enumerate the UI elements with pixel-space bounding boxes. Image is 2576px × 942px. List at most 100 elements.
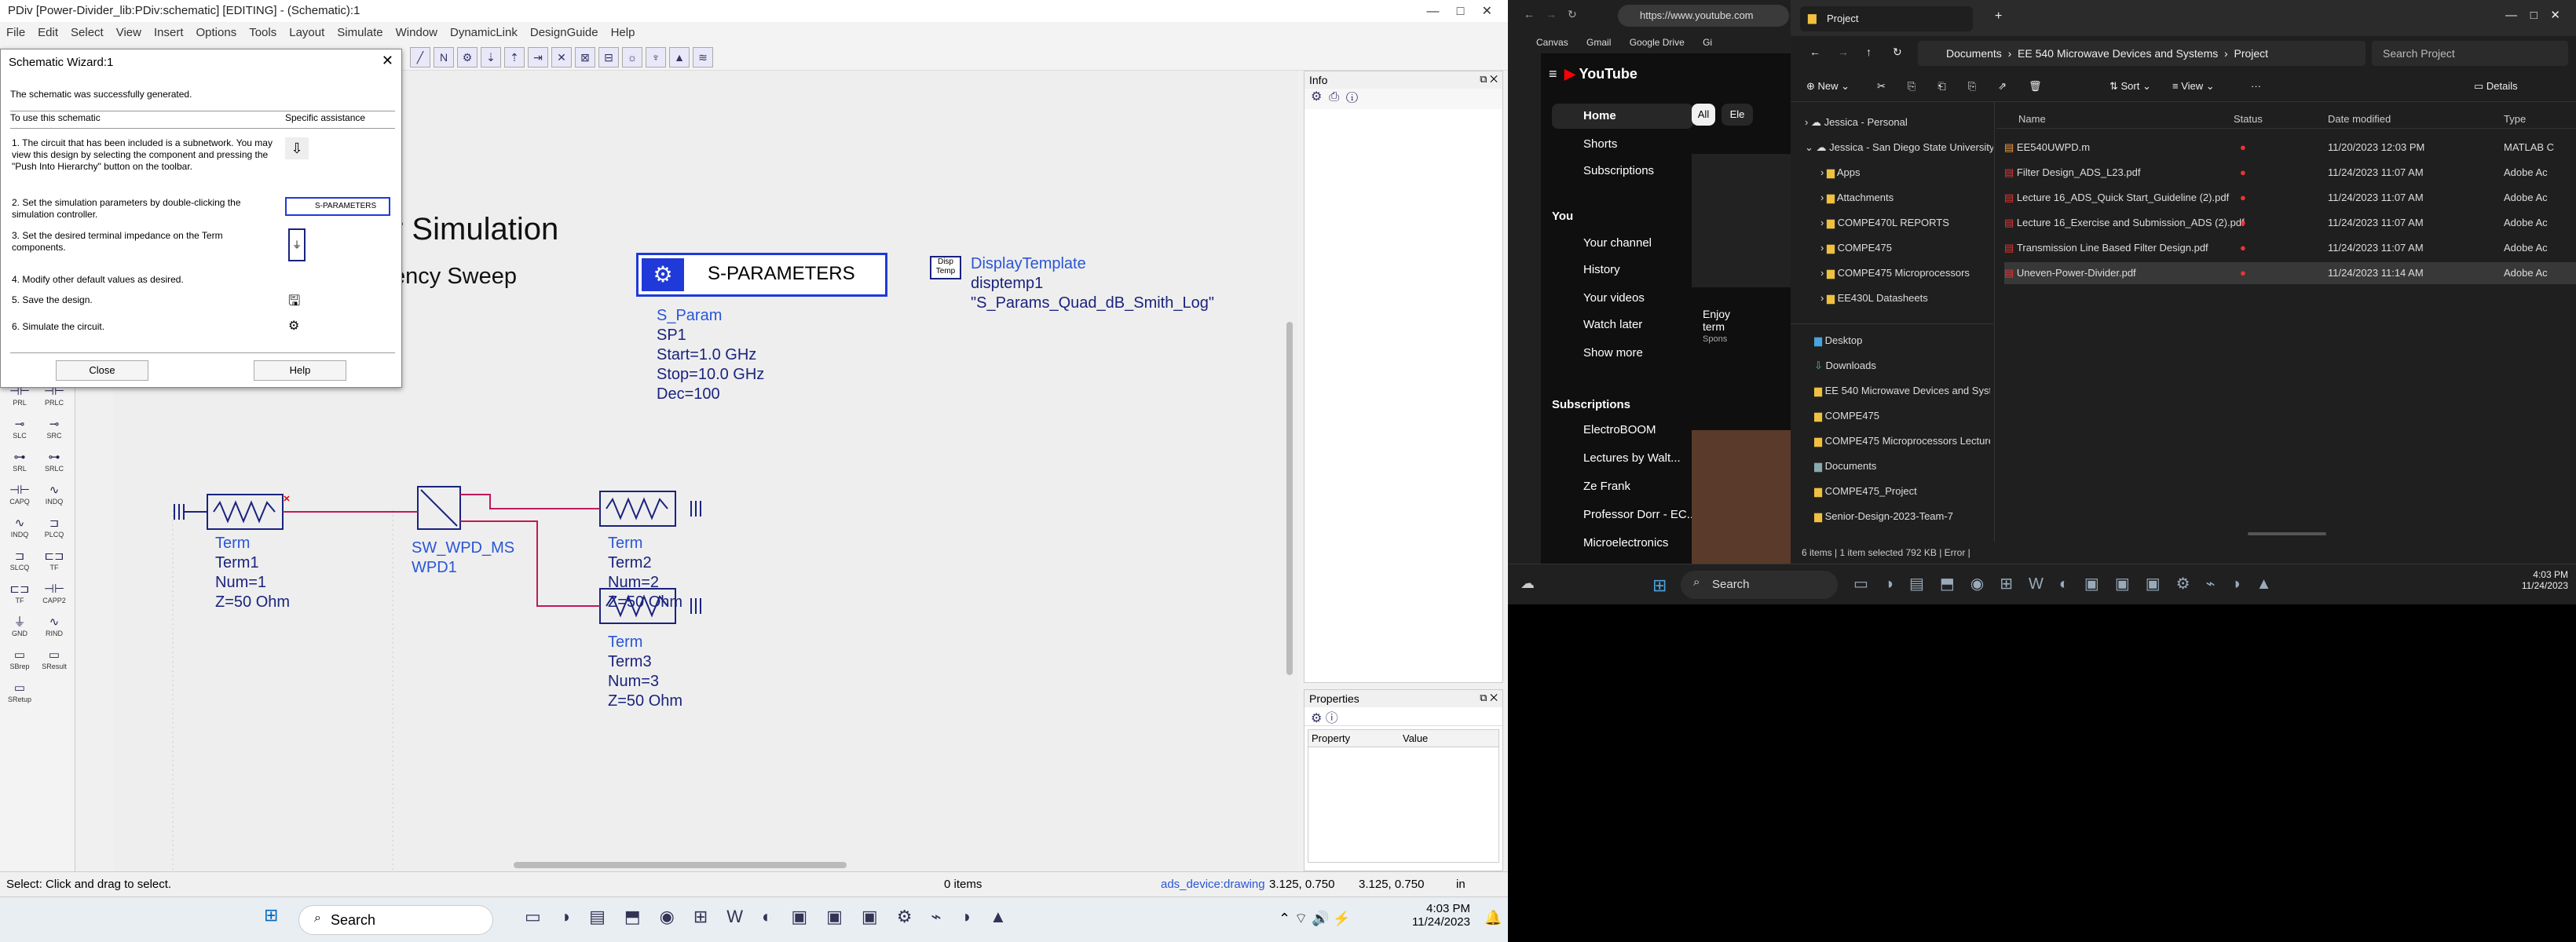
data-display-icon[interactable]: ≋ bbox=[693, 47, 713, 68]
bookmark-drive[interactable]: Google Drive bbox=[1630, 37, 1685, 48]
panel-controls[interactable]: ⧉ ✕ bbox=[1480, 692, 1498, 704]
quick-senior-design[interactable]: ▆ Senior-Design-2023-Team-7 bbox=[1814, 506, 1953, 528]
tree-ee430l[interactable]: › ▆ EE430L Datasheets bbox=[1820, 287, 1928, 309]
taskbar-apps[interactable]: ▭◑▤⬒◉⊞W◐▣▣▣⚙⌁◑▲ bbox=[525, 907, 1026, 927]
palette-item[interactable]: ∿ RIND bbox=[39, 615, 69, 644]
nav-shorts[interactable]: Shorts bbox=[1583, 132, 1617, 157]
start-icon[interactable]: ⊞ bbox=[264, 905, 278, 926]
palette-item[interactable]: ⊸ SLC bbox=[5, 418, 35, 446]
bookmark-canvas[interactable]: Canvas bbox=[1536, 37, 1568, 48]
tree-attachments[interactable]: › ▆ Attachments bbox=[1820, 187, 1894, 209]
sub-zefrank[interactable]: Ze Frank bbox=[1583, 474, 1630, 499]
menu-help[interactable]: Help bbox=[605, 22, 642, 44]
search-input[interactable]: Search Project bbox=[2372, 41, 2568, 66]
menu-view[interactable]: View bbox=[110, 22, 148, 44]
quick-downloads[interactable]: ⇩ Downloads bbox=[1814, 355, 1876, 377]
place-icon[interactable]: ⇣ bbox=[481, 47, 501, 68]
window-controls[interactable]: — □ ✕ bbox=[2505, 8, 2560, 22]
palette-item[interactable]: ⊶ SRL bbox=[5, 451, 35, 479]
view-button[interactable]: ≡ View ⌄ bbox=[2172, 71, 2215, 102]
panel-controls[interactable]: ⧉ ✕ bbox=[1480, 73, 1498, 86]
gear-icon[interactable]: ⚙ bbox=[1311, 712, 1322, 725]
command-icons[interactable]: ✂⎘⎗⎘⇗🗑 bbox=[1877, 71, 2064, 102]
sub-walter[interactable]: Lectures by Walt... bbox=[1583, 446, 1681, 471]
palette-item[interactable]: ∿ INDQ bbox=[39, 484, 69, 512]
refresh-icon[interactable]: ↻ bbox=[1893, 46, 1902, 59]
menu-icon[interactable]: ≡ bbox=[1549, 66, 1557, 82]
back-icon[interactable]: ← bbox=[1809, 46, 1820, 58]
help-icon[interactable]: ⓘ bbox=[1326, 712, 1338, 725]
col-status[interactable]: Status bbox=[2234, 110, 2263, 129]
palette-item[interactable]: ▭ SBrep bbox=[5, 648, 35, 677]
quick-desktop[interactable]: ▆ Desktop bbox=[1814, 330, 1862, 352]
menu-dynamiclink[interactable]: DynamicLink bbox=[444, 22, 524, 44]
back-icon[interactable]: ← bbox=[1524, 8, 1535, 20]
youtube-logo[interactable]: ▶ YouTube bbox=[1564, 66, 1637, 82]
name-icon[interactable]: N bbox=[434, 47, 454, 68]
file-row[interactable]: ▤ Lecture 16_ADS_Quick Start_Guideline (… bbox=[2004, 187, 2576, 209]
sort-button[interactable]: ⇅ Sort ⌄ bbox=[2109, 71, 2151, 102]
route-icon[interactable]: ⊟ bbox=[598, 47, 619, 68]
details-button[interactable]: ▭ Details bbox=[2474, 71, 2518, 102]
quick-compe475-project[interactable]: ▆ COMPE475_Project bbox=[1814, 480, 1917, 502]
nav-subscriptions[interactable]: Subscriptions bbox=[1583, 159, 1654, 184]
help-button[interactable]: Help bbox=[254, 360, 346, 381]
tree-personal[interactable]: › ☁ Jessica - Personal bbox=[1805, 111, 1908, 133]
col-name[interactable]: Name bbox=[2018, 110, 2046, 129]
address-bar[interactable]: https://www.youtube.com bbox=[1618, 5, 1789, 27]
palette-item[interactable]: ⊣⊢ CAPQ bbox=[5, 484, 35, 512]
start-icon[interactable]: ⊞ bbox=[1652, 575, 1667, 596]
taskbar-apps[interactable]: ▭◑▤⬒◉⊞W◐▣▣▣⚙⌁◑▲ bbox=[1853, 574, 2287, 593]
menu-window[interactable]: Window bbox=[390, 22, 444, 44]
quick-ee540[interactable]: ▆ EE 540 Microwave Devices and Syste bbox=[1814, 380, 1990, 402]
palette-item[interactable]: ∿ INDQ bbox=[5, 517, 35, 545]
col-date[interactable]: Date modified bbox=[2328, 110, 2391, 129]
palette-item[interactable]: ⊐ SLCQ bbox=[5, 550, 35, 578]
palette-item[interactable]: ▭ SResult bbox=[39, 648, 69, 677]
term3[interactable]: Term Term3 Num=3 Z=50 Ohm bbox=[608, 633, 682, 711]
menu-simulate[interactable]: Simulate bbox=[331, 22, 389, 44]
new-button[interactable]: ⊕ New ⌄ bbox=[1806, 71, 1850, 102]
nav-watch-later[interactable]: Watch later bbox=[1583, 312, 1642, 338]
file-row[interactable]: ▤ Transmission Line Based Filter Design.… bbox=[2004, 237, 2576, 259]
palette-item[interactable]: ▭ SRetup bbox=[5, 681, 35, 710]
palette-item[interactable]: ⊸ SRC bbox=[39, 418, 69, 446]
bookmark-gmail[interactable]: Gmail bbox=[1586, 37, 1611, 48]
help-icon[interactable]: ⓘ bbox=[1346, 90, 1358, 104]
menu-layout[interactable]: Layout bbox=[283, 22, 331, 44]
optimize-icon[interactable]: ♆ bbox=[646, 47, 666, 68]
video-title[interactable]: Enjoy term Spons bbox=[1703, 308, 1730, 345]
forward-icon[interactable]: → bbox=[1546, 8, 1557, 20]
palette-item[interactable]: ⊶ SRLC bbox=[39, 451, 69, 479]
widgets-icon[interactable]: ☁ bbox=[1520, 575, 1535, 592]
status-layer[interactable]: ads_device:drawing bbox=[1161, 872, 1265, 897]
palette-item[interactable]: ⊣⊢ PRLC bbox=[39, 385, 69, 413]
nav-your-channel[interactable]: Your channel bbox=[1583, 231, 1652, 256]
explorer-tab[interactable]: Project bbox=[1800, 6, 1973, 31]
palette-item[interactable]: ⊏⊐ TF bbox=[39, 550, 69, 578]
wire-icon[interactable]: ╱ bbox=[410, 47, 430, 68]
menu-edit[interactable]: Edit bbox=[31, 22, 64, 44]
deactivate-icon[interactable]: ✕ bbox=[551, 47, 572, 68]
menu-options[interactable]: Options bbox=[190, 22, 243, 44]
video-thumbnail[interactable] bbox=[1692, 430, 1791, 564]
short-icon[interactable]: ⊠ bbox=[575, 47, 595, 68]
sub-electroboom[interactable]: ElectroBOOM bbox=[1583, 418, 1656, 443]
print-icon[interactable]: ⎙ bbox=[1329, 90, 1339, 104]
sub-dorr[interactable]: Professor Dorr - EC... bbox=[1583, 502, 1696, 528]
chip-all[interactable]: All bbox=[1692, 104, 1715, 126]
window-controls[interactable]: — □ ✕ bbox=[1426, 3, 1492, 19]
file-row[interactable]: ▤ EE540UWPD.m ● 11/20/2023 12:03 PM MATLAB … bbox=[2004, 137, 2576, 159]
pop-icon[interactable]: ⇥ bbox=[528, 47, 548, 68]
simulate-icon[interactable]: ▲ bbox=[669, 47, 690, 68]
file-row-selected[interactable]: ▤ Uneven-Power-Divider.pdf ● 11/24/2023 11… bbox=[2004, 262, 2576, 284]
tree-compe470l[interactable]: › ▆ COMPE470L REPORTS bbox=[1820, 212, 1949, 234]
close-icon[interactable]: ✕ bbox=[382, 53, 393, 69]
video-thumbnail[interactable] bbox=[1692, 154, 1791, 287]
breadcrumb[interactable]: Documents › EE 540 Microwave Devices and… bbox=[1918, 41, 2366, 66]
taskbar-search[interactable]: Search bbox=[1681, 571, 1838, 599]
palette-item[interactable]: ⏚ GND bbox=[5, 615, 35, 644]
bookmark-github[interactable]: Gi bbox=[1703, 37, 1712, 48]
menu-designguide[interactable]: DesignGuide bbox=[524, 22, 605, 44]
refresh-icon[interactable]: ↻ bbox=[1568, 8, 1577, 21]
